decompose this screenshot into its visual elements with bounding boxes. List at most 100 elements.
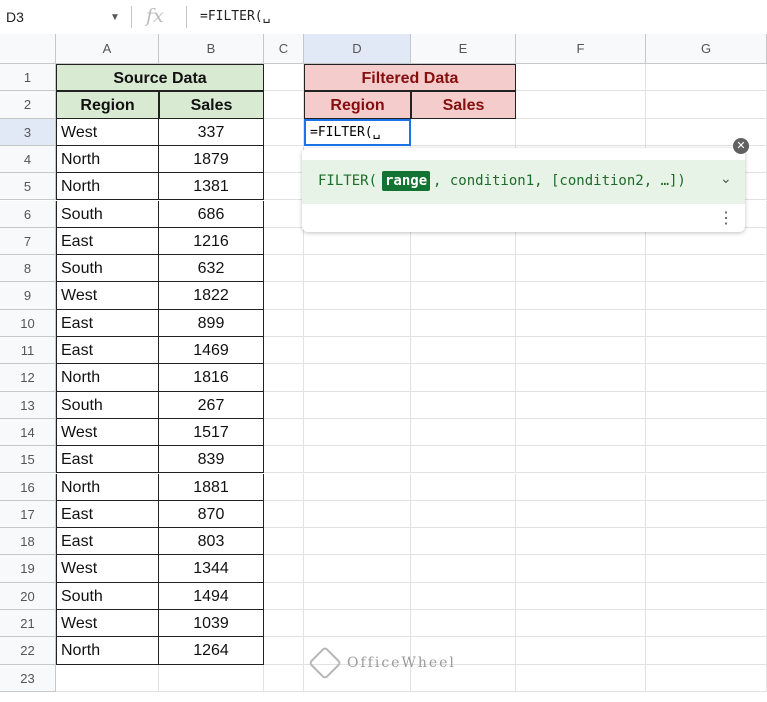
- cell[interactable]: [516, 500, 646, 529]
- more-vertical-icon[interactable]: ⋮: [718, 208, 734, 228]
- cell[interactable]: [264, 255, 304, 283]
- cell[interactable]: [646, 446, 767, 474]
- cell[interactable]: [304, 282, 411, 310]
- cell[interactable]: [264, 200, 304, 228]
- row-header-20[interactable]: 20: [0, 582, 56, 610]
- cell[interactable]: [264, 391, 304, 419]
- column-header-f[interactable]: F: [516, 34, 646, 64]
- cell[interactable]: [646, 418, 767, 447]
- row-header-23[interactable]: 23: [0, 664, 56, 692]
- cell[interactable]: [264, 418, 304, 447]
- cell[interactable]: [411, 555, 516, 583]
- sales-cell[interactable]: 870: [159, 500, 264, 529]
- region-cell[interactable]: West: [56, 610, 159, 638]
- cell[interactable]: [411, 309, 516, 337]
- row-header-9[interactable]: 9: [0, 282, 56, 310]
- row-header-5[interactable]: 5: [0, 173, 56, 201]
- cell[interactable]: [516, 473, 646, 501]
- region-cell[interactable]: North: [56, 473, 159, 501]
- row-header-15[interactable]: 15: [0, 446, 56, 474]
- row-header-11[interactable]: 11: [0, 337, 56, 365]
- cell[interactable]: [516, 555, 646, 583]
- cell[interactable]: [264, 145, 304, 174]
- cell[interactable]: [264, 309, 304, 337]
- row-header-2[interactable]: 2: [0, 91, 56, 119]
- region-cell[interactable]: North: [56, 364, 159, 392]
- sales-cell[interactable]: 1881: [159, 473, 264, 501]
- cell[interactable]: [264, 528, 304, 556]
- expand-chevron-icon[interactable]: ⌄: [720, 171, 732, 187]
- cell[interactable]: [264, 582, 304, 610]
- row-header-8[interactable]: 8: [0, 255, 56, 283]
- sales-cell[interactable]: 899: [159, 309, 264, 337]
- region-cell[interactable]: West: [56, 118, 159, 146]
- row-header-6[interactable]: 6: [0, 200, 56, 228]
- cell[interactable]: [159, 664, 264, 692]
- cell[interactable]: [516, 446, 646, 474]
- cell[interactable]: [264, 64, 304, 92]
- sales-cell[interactable]: 1879: [159, 145, 264, 174]
- source-header-region[interactable]: Region: [56, 91, 159, 119]
- cell[interactable]: [516, 118, 646, 146]
- row-header-12[interactable]: 12: [0, 364, 56, 392]
- region-cell[interactable]: North: [56, 173, 159, 201]
- cell[interactable]: [411, 610, 516, 638]
- cell[interactable]: [516, 364, 646, 392]
- cell[interactable]: [646, 91, 767, 119]
- region-cell[interactable]: West: [56, 282, 159, 310]
- cell[interactable]: [411, 118, 516, 146]
- column-header-b[interactable]: B: [159, 34, 264, 64]
- cell[interactable]: [646, 528, 767, 556]
- row-header-21[interactable]: 21: [0, 610, 56, 638]
- cell[interactable]: [304, 582, 411, 610]
- sales-cell[interactable]: 1381: [159, 173, 264, 201]
- column-header-c[interactable]: C: [264, 34, 304, 64]
- sales-cell[interactable]: 1039: [159, 610, 264, 638]
- source-data-title[interactable]: Source Data: [56, 64, 264, 92]
- cell[interactable]: [264, 610, 304, 638]
- row-header-22[interactable]: 22: [0, 637, 56, 665]
- cell[interactable]: [516, 582, 646, 610]
- cell[interactable]: [516, 664, 646, 692]
- sales-cell[interactable]: 337: [159, 118, 264, 146]
- region-cell[interactable]: West: [56, 418, 159, 447]
- region-cell[interactable]: East: [56, 528, 159, 556]
- cell[interactable]: [304, 446, 411, 474]
- row-header-7[interactable]: 7: [0, 227, 56, 256]
- region-cell[interactable]: North: [56, 145, 159, 174]
- cell[interactable]: [516, 64, 646, 92]
- cell[interactable]: [516, 255, 646, 283]
- cell[interactable]: [516, 337, 646, 365]
- cell[interactable]: [264, 364, 304, 392]
- cell[interactable]: [304, 391, 411, 419]
- cell[interactable]: [264, 637, 304, 665]
- cell[interactable]: [264, 446, 304, 474]
- cell[interactable]: [646, 610, 767, 638]
- cell[interactable]: [411, 391, 516, 419]
- row-header-16[interactable]: 16: [0, 473, 56, 501]
- sales-cell[interactable]: 632: [159, 255, 264, 283]
- sales-cell[interactable]: 1517: [159, 418, 264, 447]
- cell[interactable]: [646, 337, 767, 365]
- cell[interactable]: [411, 582, 516, 610]
- column-header-e[interactable]: E: [411, 34, 516, 64]
- row-header-1[interactable]: 1: [0, 64, 56, 92]
- filtered-data-title[interactable]: Filtered Data: [304, 64, 516, 92]
- cell[interactable]: [646, 555, 767, 583]
- row-header-18[interactable]: 18: [0, 528, 56, 556]
- region-cell[interactable]: East: [56, 500, 159, 529]
- cell[interactable]: [264, 282, 304, 310]
- cell[interactable]: [516, 91, 646, 119]
- chevron-down-icon[interactable]: ▼: [110, 12, 120, 23]
- row-header-13[interactable]: 13: [0, 391, 56, 419]
- cell[interactable]: [304, 309, 411, 337]
- name-box[interactable]: D3 ▼: [0, 0, 130, 34]
- cell[interactable]: [304, 555, 411, 583]
- cell[interactable]: [264, 173, 304, 201]
- cell[interactable]: [516, 282, 646, 310]
- cell[interactable]: [264, 500, 304, 529]
- cell[interactable]: [646, 64, 767, 92]
- active-cell-editor[interactable]: =FILTER(␣: [304, 118, 411, 146]
- region-cell[interactable]: South: [56, 255, 159, 283]
- select-all-corner[interactable]: [0, 34, 56, 64]
